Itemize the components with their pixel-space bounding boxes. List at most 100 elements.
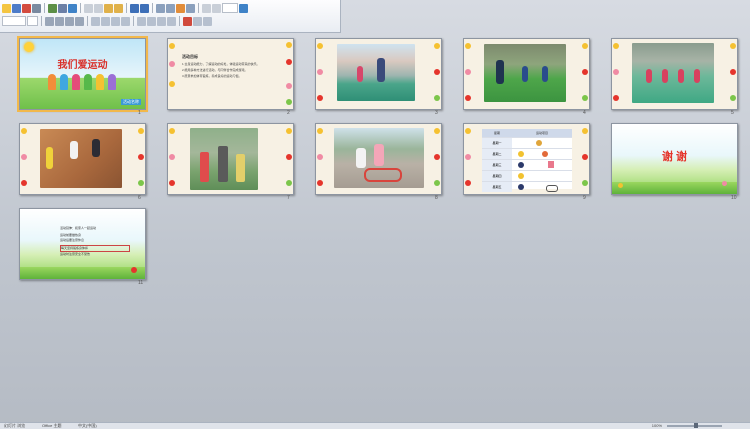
italic-icon[interactable]	[55, 16, 64, 26]
align-center-icon[interactable]	[101, 16, 110, 26]
basketball-class-photo	[632, 43, 714, 103]
slide-number: 7	[287, 195, 290, 201]
slide-thumbnail-4[interactable]	[463, 38, 590, 110]
table-header-cell: 运动项目	[535, 131, 548, 135]
ribbon-toolbar	[0, 0, 341, 33]
slide-number: 9	[583, 195, 586, 201]
print-preview-icon[interactable]	[58, 3, 67, 13]
fruit-border-left	[168, 39, 176, 109]
spelling-icon[interactable]	[68, 3, 77, 13]
status-zoom[interactable]: 100%	[652, 423, 662, 428]
save-icon[interactable]	[12, 3, 21, 13]
undo-icon[interactable]	[130, 3, 139, 13]
slide-thumbnail-11[interactable]: 活动延伸：和家人一起运动 运动前要做热身 运动后要注意休息 每天坚持锻炼身体棒 …	[19, 208, 146, 280]
grass-decoration	[612, 182, 737, 194]
objective-heading: 活动目标	[182, 54, 198, 59]
slide-number: 4	[583, 110, 586, 116]
open-icon[interactable]	[2, 3, 11, 13]
fruit-border-left	[612, 39, 620, 109]
design-icon[interactable]	[193, 16, 202, 26]
status-slide-info: 幻灯片 浏览	[4, 423, 26, 428]
show-formatting-icon[interactable]	[202, 3, 211, 13]
kids-running-photo	[337, 44, 415, 101]
tricycle-photo	[334, 128, 424, 188]
table-row: 星期五	[482, 181, 572, 192]
fruit-border-left	[20, 124, 28, 194]
status-bar: 幻灯片 浏览 Office 主题 中文(中国) 100%	[0, 422, 750, 429]
redo-icon[interactable]	[140, 3, 149, 13]
slide-thumbnail-5[interactable]	[611, 38, 738, 110]
slide-thumbnail-6[interactable]	[19, 123, 146, 195]
kids-illustration	[48, 74, 116, 90]
underline-icon[interactable]	[65, 16, 74, 26]
extension-text: 活动延伸：和家人一起运动 运动前要做热身 运动后要注意休息 每天坚持锻炼身体棒 …	[60, 226, 130, 257]
slide-number: 3	[435, 110, 438, 116]
slide-subtitle: 活动名称	[121, 99, 141, 105]
slide-thumbnail-1[interactable]: 我们爱运动 活动名称	[17, 36, 148, 112]
new-slide-icon[interactable]	[186, 3, 195, 13]
numbering-icon[interactable]	[137, 16, 146, 26]
sack-race-photo	[190, 128, 258, 190]
permission-icon[interactable]	[22, 3, 31, 13]
font-dropdown[interactable]	[2, 16, 26, 26]
objective-list: 1.全身运动能力，了解运动的好处，体验运动带来的快乐。 2.能用多种方法进行活动…	[182, 61, 282, 79]
fruit-border-left	[168, 124, 176, 194]
fruit-border-left	[464, 39, 472, 109]
extension-line: 运动时注意安全不受伤	[60, 252, 91, 256]
slide-number: 2	[287, 110, 290, 116]
bullets-icon[interactable]	[147, 16, 156, 26]
kids-race-photo	[484, 44, 566, 102]
cut-icon[interactable]	[84, 3, 93, 13]
fruit-border-right	[729, 39, 737, 109]
weekly-schedule-table: 星期 运动项目 星期一 星期二 星期三 星期四 星期五	[482, 129, 572, 192]
insert-chart-icon[interactable]	[156, 3, 165, 13]
slide-thumbnail-9[interactable]: 星期 运动项目 星期一 星期二 星期三 星期四 星期五	[463, 123, 590, 195]
increase-font-icon[interactable]	[157, 16, 166, 26]
font-color-icon[interactable]	[183, 16, 192, 26]
new-slide-2-icon[interactable]	[203, 16, 212, 26]
print-icon[interactable]	[48, 3, 57, 13]
slide-thumbnail-3[interactable]	[315, 38, 442, 110]
table-row: 星期一	[482, 137, 572, 148]
grass-decoration	[20, 267, 145, 279]
bold-icon[interactable]	[45, 16, 54, 26]
help-icon[interactable]	[239, 3, 248, 13]
status-language: 中文(中国)	[78, 423, 97, 428]
slide-number: 5	[731, 110, 734, 116]
slide-thumbnail-7[interactable]	[167, 123, 294, 195]
fruit-border-left	[316, 124, 324, 194]
slide-thumbnail-8[interactable]	[315, 123, 442, 195]
objective-line: 3.愿意参加体育锻炼，养成良好的运动习惯。	[182, 74, 242, 78]
table-row: 星期三	[482, 159, 572, 170]
extension-line: 运动后要注意休息	[60, 238, 85, 242]
format-painter-icon[interactable]	[114, 3, 123, 13]
slide-number: 6	[138, 195, 141, 201]
font-size-dropdown[interactable]	[27, 16, 38, 26]
toolbar-row-formatting	[2, 15, 212, 27]
decrease-font-icon[interactable]	[167, 16, 176, 26]
align-left-icon[interactable]	[91, 16, 100, 26]
zoom-dropdown[interactable]	[222, 3, 238, 13]
toolbar-row-standard	[2, 2, 248, 14]
slide-number: 1	[138, 110, 141, 116]
fruit-border-right	[285, 39, 293, 109]
fruit-border-right	[581, 124, 589, 194]
align-right-icon[interactable]	[111, 16, 120, 26]
zoom-slider-handle[interactable]	[694, 423, 698, 428]
slide-thumbnail-10[interactable]: 谢 谢	[611, 123, 738, 195]
insert-table-icon[interactable]	[166, 3, 175, 13]
slide-number: 8	[435, 195, 438, 201]
fruit-border-right	[433, 39, 441, 109]
email-icon[interactable]	[32, 3, 41, 13]
grayscale-icon[interactable]	[212, 3, 221, 13]
table-row: 星期四	[482, 170, 572, 181]
slide-number: 11	[138, 280, 144, 286]
copy-icon[interactable]	[94, 3, 103, 13]
slide-thumbnail-2[interactable]: 活动目标 1.全身运动能力，了解运动的好处，体验运动带来的快乐。 2.能用多种方…	[167, 38, 294, 110]
fruit-border-right	[581, 39, 589, 109]
shadow-icon[interactable]	[75, 16, 84, 26]
insert-wordart-icon[interactable]	[176, 3, 185, 13]
justify-icon[interactable]	[121, 16, 130, 26]
status-theme: Office 主题	[42, 423, 62, 428]
paste-icon[interactable]	[104, 3, 113, 13]
